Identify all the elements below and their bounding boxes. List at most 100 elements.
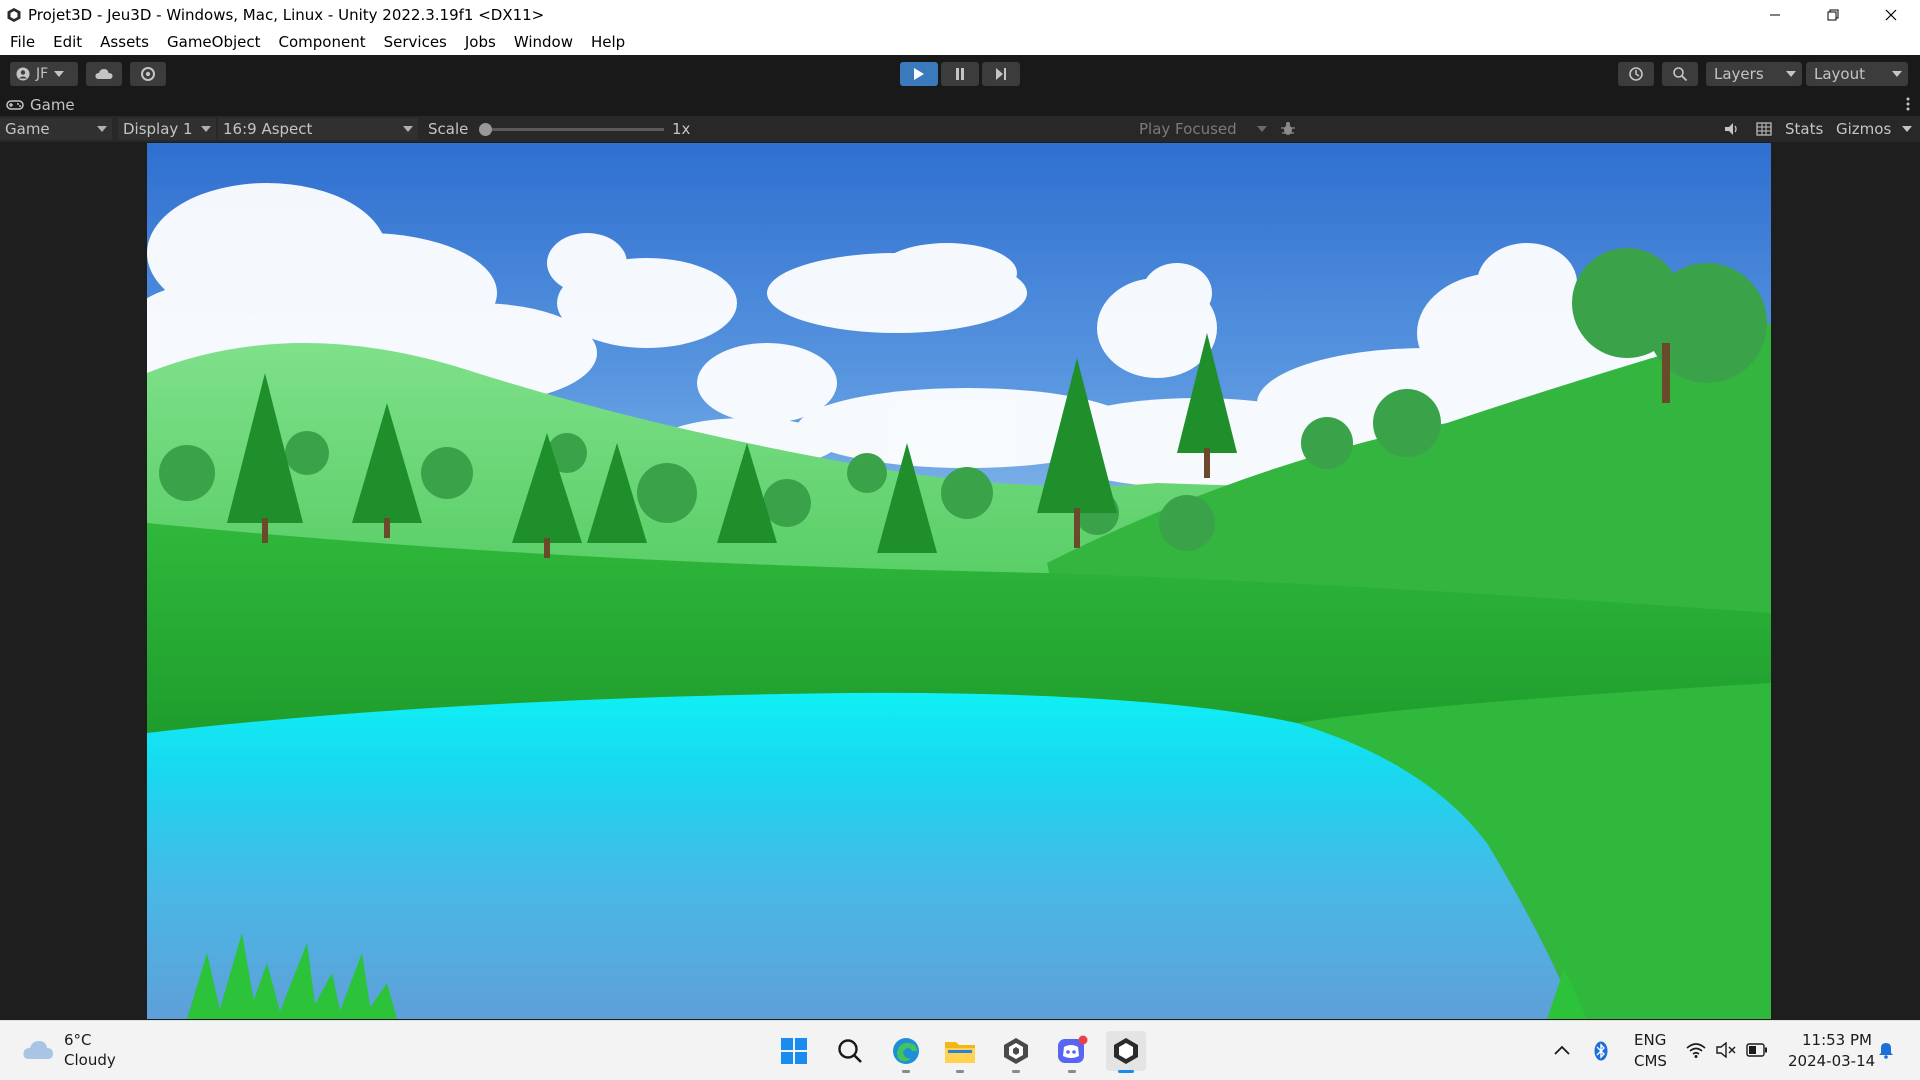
discord-taskbar-button[interactable] [1052,1031,1092,1073]
edge-browser-icon [893,1038,919,1064]
game-mode-dropdown[interactable]: Game [0,118,112,140]
unity-editor-icon [1114,1038,1138,1064]
unity-logo-icon [7,7,21,22]
menu-edit[interactable]: Edit [43,33,90,51]
pause-icon [956,68,964,80]
layers-label: Layers [1714,65,1764,83]
weather-temp[interactable]: 6°C [64,1031,92,1049]
running-indicator [1012,1070,1020,1073]
chevron-down-icon [201,126,211,132]
cloud-icon [95,69,113,79]
chevron-down-icon [1786,71,1796,77]
account-dropdown[interactable]: JF [10,62,78,86]
search-icon [838,1039,862,1063]
menu-help[interactable]: Help [581,33,633,51]
unity-hub-icon [1004,1038,1028,1064]
window-title: Projet3D - Jeu3D - Windows, Mac, Linux -… [28,5,545,24]
close-icon [1885,9,1897,20]
scale-value: 1x [672,120,691,138]
audio-icon[interactable] [1724,122,1740,136]
chevron-down-icon [403,126,413,132]
account-icon [16,67,30,81]
file-explorer-taskbar-button[interactable] [940,1031,980,1073]
folder-icon [945,1042,975,1063]
search-icon [1673,67,1688,82]
grid-icon[interactable] [1756,122,1772,136]
scale-slider-handle[interactable] [479,123,492,136]
game-scene [147,143,1771,1019]
play-button[interactable] [900,62,938,86]
play-icon [914,68,924,80]
chevron-down-icon [54,71,65,77]
stats-button[interactable]: Stats [1785,120,1823,138]
search-button[interactable] [1662,62,1698,86]
menu-jobs[interactable]: Jobs [455,33,504,51]
main-toolbar: JF Layers Layout [0,55,1920,92]
language-bottom[interactable]: CMS [1634,1052,1667,1070]
aspect-dropdown[interactable]: 16:9 Aspect [218,118,418,140]
gamepad-icon [6,100,24,110]
layout-label: Layout [1814,65,1865,83]
menu-bar: File Edit Assets GameObject Component Se… [0,29,1920,55]
step-button[interactable] [982,62,1020,86]
weather-cloud-icon[interactable] [22,1039,54,1061]
menu-assets[interactable]: Assets [90,33,157,51]
display-dropdown[interactable]: Display 1 [118,118,216,140]
bug-icon[interactable] [1280,121,1296,137]
clock-date[interactable]: 2024-03-14 [1788,1052,1875,1070]
display-label: Display 1 [123,120,193,138]
minimize-icon [1770,14,1780,15]
tab-game[interactable]: Game [6,94,75,116]
gear-icon [141,67,155,81]
close-button[interactable] [1862,0,1920,29]
windows-logo-icon [781,1038,807,1064]
restore-button[interactable] [1804,0,1862,29]
running-indicator [956,1070,964,1073]
bluetooth-icon[interactable] [1594,1041,1608,1061]
game-mode-label: Game [5,120,50,138]
history-button[interactable] [1618,62,1654,86]
more-options-icon[interactable] [1906,97,1910,111]
wifi-icon[interactable] [1686,1042,1706,1058]
tab-label: Game [30,96,75,114]
unity-editor-taskbar-button[interactable] [1106,1031,1146,1073]
edge-taskbar-button[interactable] [886,1031,926,1073]
step-icon [996,68,1006,80]
clock-time[interactable]: 11:53 PM [1802,1031,1872,1049]
chevron-up-icon[interactable] [1554,1045,1570,1055]
weather-desc[interactable]: Cloudy [64,1051,116,1069]
start-button[interactable] [774,1031,814,1071]
search-taskbar-button[interactable] [830,1031,870,1071]
layers-dropdown[interactable]: Layers [1706,62,1802,86]
pause-button[interactable] [941,62,979,86]
discord-icon [1058,1035,1088,1063]
tab-strip: Game [0,92,1920,116]
menu-component[interactable]: Component [269,33,374,51]
battery-icon[interactable] [1746,1043,1768,1057]
restore-icon [1827,9,1839,20]
notification-bell-icon[interactable] [1878,1041,1894,1059]
minimize-button[interactable] [1746,0,1804,29]
menu-gameobject[interactable]: GameObject [157,33,269,51]
active-indicator [1118,1070,1134,1073]
title-bar: Projet3D - Jeu3D - Windows, Mac, Linux -… [0,0,1920,29]
account-label: JF [36,66,49,82]
collab-button[interactable] [130,62,166,86]
menu-window[interactable]: Window [504,33,581,51]
menu-file[interactable]: File [0,33,43,51]
chevron-down-icon [1257,126,1267,132]
play-focused-dropdown[interactable]: Play Focused [1134,118,1272,140]
menu-services[interactable]: Services [374,33,455,51]
unity-hub-taskbar-button[interactable] [996,1031,1036,1073]
game-viewport[interactable] [147,143,1771,1019]
chevron-down-icon [1892,71,1902,77]
layout-dropdown[interactable]: Layout [1806,62,1908,86]
scale-slider[interactable] [479,123,664,136]
play-focused-label: Play Focused [1139,120,1237,138]
language-top[interactable]: ENG [1634,1031,1666,1049]
chevron-down-icon[interactable] [1902,126,1912,132]
cloud-button[interactable] [86,62,122,86]
gizmos-button[interactable]: Gizmos [1836,120,1891,138]
running-indicator [902,1070,910,1073]
speaker-muted-icon[interactable] [1716,1042,1736,1058]
